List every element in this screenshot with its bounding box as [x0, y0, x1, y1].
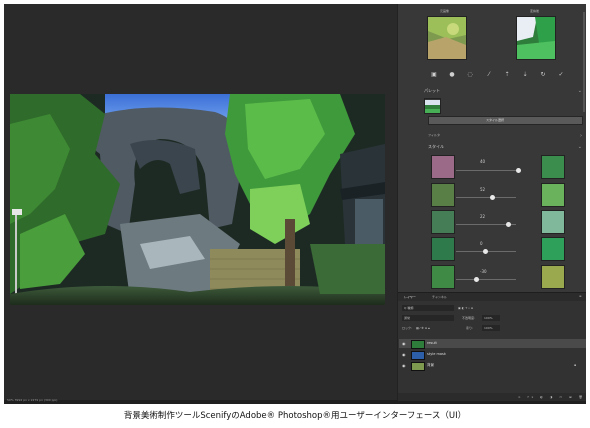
- layer-filter-kind[interactable]: Q 種類: [402, 305, 454, 311]
- style-slider[interactable]: [456, 222, 516, 227]
- export-icon[interactable]: ⇡: [503, 70, 511, 78]
- style-slider[interactable]: [456, 195, 516, 200]
- palette-swatch[interactable]: [424, 98, 441, 114]
- check-icon[interactable]: ✓: [557, 70, 565, 78]
- lock-icons[interactable]: ▦ ⁄ ✥ ⊡ 🔒︎: [416, 326, 430, 330]
- layers-tab-bar: レイヤー チャンネル ≡: [398, 293, 586, 301]
- result-label: 変換後: [530, 9, 540, 13]
- chevron-right-icon[interactable]: ›: [580, 133, 582, 139]
- visibility-eye-icon[interactable]: ◉: [402, 341, 406, 346]
- style-slider-value: 40: [480, 159, 486, 164]
- rotate-icon[interactable]: ↻: [539, 70, 547, 78]
- fill-input[interactable]: 100%: [482, 325, 500, 331]
- style-slider-value: -30: [480, 269, 487, 274]
- refresh-icon[interactable]: ◌: [466, 70, 474, 78]
- tab-channels[interactable]: チャンネル: [432, 295, 447, 299]
- layer-name: style mask: [427, 352, 446, 356]
- source-label: 元画像: [440, 9, 450, 13]
- layer-row[interactable]: ◉ result: [399, 339, 586, 349]
- style-swatch-right[interactable]: [541, 237, 565, 261]
- figure-caption: 背景美術制作ツールScenifyのAdobe® Photoshop®用ユーザーイ…: [123, 411, 467, 421]
- canvas-image[interactable]: [10, 94, 385, 305]
- fill-label: 塗り:: [466, 326, 474, 330]
- style-swatch-left[interactable]: [431, 237, 455, 261]
- style-select-button[interactable]: スタイル選択: [428, 116, 583, 125]
- pin-icon[interactable]: ●: [448, 70, 456, 78]
- chevron-down-icon[interactable]: ⌄: [578, 88, 582, 94]
- palette-section-header[interactable]: パレット ⌄: [402, 88, 582, 94]
- blend-mode-select[interactable]: 通常: [402, 315, 454, 321]
- panel-menu-icon[interactable]: ≡: [579, 294, 582, 298]
- opacity-label: 不透明度:: [462, 316, 476, 320]
- layer-row[interactable]: ◉ style mask: [399, 350, 586, 360]
- layer-filter-icons[interactable]: ▣ ◐ T ⌗ ⊡: [458, 306, 473, 310]
- save-icon[interactable]: ▣: [430, 70, 438, 78]
- panel-scrollbar[interactable]: [583, 12, 585, 112]
- style-slider[interactable]: [456, 277, 516, 282]
- result-thumbnail[interactable]: [516, 16, 556, 60]
- layer-row[interactable]: ◉ 背景 ▪: [399, 361, 586, 371]
- style-slider[interactable]: [456, 249, 516, 254]
- layer-thumbnail: [411, 362, 425, 371]
- slider-knob[interactable]: [490, 195, 495, 200]
- style-slider-value: 22: [480, 214, 486, 219]
- style-swatch-right[interactable]: [541, 155, 565, 179]
- source-thumbnail[interactable]: [427, 16, 467, 60]
- filter-section-header[interactable]: フィルタ ›: [402, 133, 582, 139]
- lock-label: ロック:: [402, 326, 413, 330]
- layers-panel: レイヤー チャンネル ≡ Q 種類 ▣ ◐ T ⌗ ⊡ 通常 不透明度: 100…: [398, 292, 586, 401]
- slider-knob[interactable]: [506, 222, 511, 227]
- import-icon[interactable]: ⇣: [521, 70, 529, 78]
- style-swatch-left[interactable]: [431, 210, 455, 234]
- tab-layers[interactable]: レイヤー: [404, 295, 416, 299]
- style-swatch-right[interactable]: [541, 265, 565, 289]
- layer-thumbnail: [411, 351, 425, 360]
- style-slider-value: 0: [480, 241, 483, 246]
- layer-action-icons[interactable]: ∞ fx ◐ ◑ ▭ ⊞ 🗑︎: [518, 395, 585, 399]
- lock-icon: ▪: [574, 363, 577, 367]
- style-swatch-left[interactable]: [431, 183, 455, 207]
- style-label: スタイル: [428, 144, 444, 149]
- style-swatch-left[interactable]: [431, 265, 455, 289]
- chevron-down-icon[interactable]: ⌄: [578, 144, 582, 150]
- style-section-header[interactable]: スタイル ⌄: [402, 144, 582, 150]
- photoshop-window: 50% 3992 px x 2279 px (300 ppi) 元画像 変換後 …: [4, 4, 586, 404]
- style-swatch-left[interactable]: [431, 155, 455, 179]
- brush-icon[interactable]: ⁄: [485, 70, 493, 78]
- palette-label: パレット: [424, 88, 440, 93]
- layer-name: 背景: [427, 363, 434, 367]
- scenify-panel: 元画像 変換後 ▣ ● ◌ ⁄ ⇡ ⇣ ↻ ✓ パレット ⌄ スタイル選択 フィ…: [397, 4, 586, 401]
- layers-footer: ∞ fx ◐ ◑ ▭ ⊞ 🗑︎: [398, 393, 586, 401]
- layer-thumbnail: [411, 340, 425, 349]
- visibility-eye-icon[interactable]: ◉: [402, 352, 406, 357]
- filter-label: フィルタ: [428, 133, 440, 137]
- slider-knob[interactable]: [516, 168, 521, 173]
- opacity-input[interactable]: 100%: [482, 315, 500, 321]
- layer-name: result: [427, 341, 437, 345]
- style-slider[interactable]: [456, 168, 521, 173]
- document-canvas-area[interactable]: [4, 4, 397, 400]
- slider-knob[interactable]: [483, 249, 488, 254]
- style-swatch-right[interactable]: [541, 183, 565, 207]
- style-slider-value: 52: [480, 187, 486, 192]
- slider-knob[interactable]: [474, 277, 479, 282]
- document-info: 50% 3992 px x 2279 px (300 ppi): [7, 398, 58, 402]
- visibility-eye-icon[interactable]: ◉: [402, 363, 406, 368]
- style-swatch-right[interactable]: [541, 210, 565, 234]
